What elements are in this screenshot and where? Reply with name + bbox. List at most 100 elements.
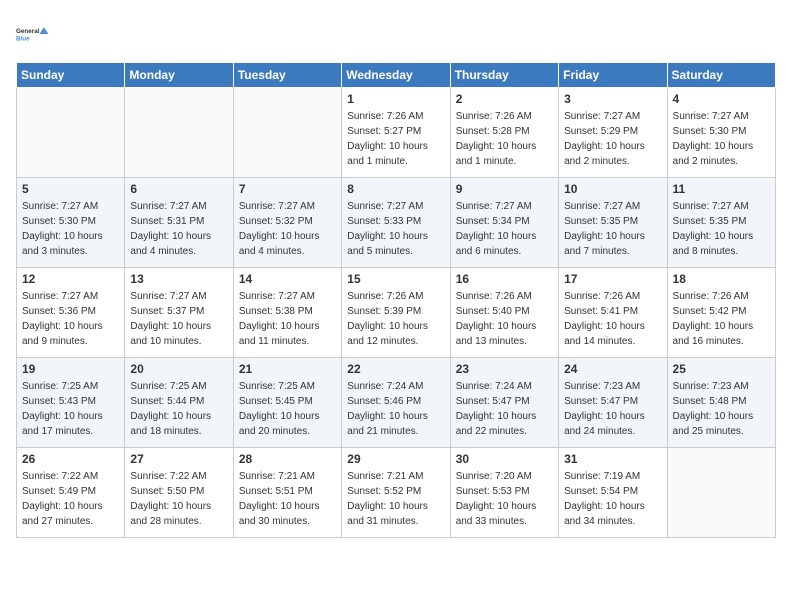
- table-cell: 11 Sunrise: 7:27 AMSunset: 5:35 PMDayligh…: [667, 178, 775, 268]
- day-info: Sunrise: 7:26 AMSunset: 5:27 PMDaylight:…: [347, 109, 444, 169]
- day-info: Sunrise: 7:27 AMSunset: 5:30 PMDaylight:…: [673, 109, 770, 169]
- day-number: 6: [130, 182, 227, 196]
- table-cell: 16Sunrise: 7:26 AMSunset: 5:40 PMDayligh…: [450, 268, 558, 358]
- day-info: Sunrise: 7:26 AMSunset: 5:28 PMDaylight:…: [456, 109, 553, 169]
- table-cell: 4 Sunrise: 7:27 AMSunset: 5:30 PMDaylight…: [667, 88, 775, 178]
- svg-text:Blue: Blue: [16, 35, 30, 42]
- day-info: Sunrise: 7:26 AMSunset: 5:42 PMDaylight:…: [673, 289, 770, 349]
- header: GeneralBlue: [16, 16, 776, 52]
- day-number: 22: [347, 362, 444, 376]
- day-info: Sunrise: 7:27 AMSunset: 5:35 PMDaylight:…: [673, 199, 770, 259]
- table-cell: 21 Sunrise: 7:25 AMSunset: 5:45 PMDayligh…: [233, 358, 341, 448]
- table-cell: 24 Sunrise: 7:23 AMSunset: 5:47 PMDayligh…: [559, 358, 667, 448]
- day-number: 10: [564, 182, 661, 196]
- table-cell: 12Sunrise: 7:27 AMSunset: 5:36 PMDayligh…: [17, 268, 125, 358]
- weekday-wednesday: Wednesday: [342, 63, 450, 88]
- day-info: Sunrise: 7:19 AMSunset: 5:54 PMDaylight:…: [564, 469, 661, 529]
- table-cell: 28Sunrise: 7:21 AMSunset: 5:51 PMDayligh…: [233, 448, 341, 538]
- day-number: 17: [564, 272, 661, 286]
- table-cell: [17, 88, 125, 178]
- table-cell: 27 Sunrise: 7:22 AMSunset: 5:50 PMDayligh…: [125, 448, 233, 538]
- day-number: 13: [130, 272, 227, 286]
- table-cell: 13 Sunrise: 7:27 AMSunset: 5:37 PMDayligh…: [125, 268, 233, 358]
- day-info: Sunrise: 7:27 AMSunset: 5:35 PMDaylight:…: [564, 199, 661, 259]
- day-number: 21: [239, 362, 336, 376]
- day-number: 27: [130, 452, 227, 466]
- day-number: 7: [239, 182, 336, 196]
- table-cell: 18 Sunrise: 7:26 AMSunset: 5:42 PMDayligh…: [667, 268, 775, 358]
- weekday-sunday: Sunday: [17, 63, 125, 88]
- week-row-1: 1 Sunrise: 7:26 AMSunset: 5:27 PMDaylight…: [17, 88, 776, 178]
- calendar-table: SundayMondayTuesdayWednesdayThursdayFrid…: [16, 62, 776, 538]
- day-info: Sunrise: 7:27 AMSunset: 5:30 PMDaylight:…: [22, 199, 119, 259]
- day-number: 20: [130, 362, 227, 376]
- weekday-thursday: Thursday: [450, 63, 558, 88]
- day-info: Sunrise: 7:22 AMSunset: 5:49 PMDaylight:…: [22, 469, 119, 529]
- day-number: 31: [564, 452, 661, 466]
- day-number: 14: [239, 272, 336, 286]
- table-cell: 29Sunrise: 7:21 AMSunset: 5:52 PMDayligh…: [342, 448, 450, 538]
- day-number: 2: [456, 92, 553, 106]
- day-info: Sunrise: 7:26 AMSunset: 5:40 PMDaylight:…: [456, 289, 553, 349]
- day-number: 8: [347, 182, 444, 196]
- table-cell: 17Sunrise: 7:26 AMSunset: 5:41 PMDayligh…: [559, 268, 667, 358]
- day-info: Sunrise: 7:25 AMSunset: 5:44 PMDaylight:…: [130, 379, 227, 439]
- week-row-5: 26 Sunrise: 7:22 AMSunset: 5:49 PMDayligh…: [17, 448, 776, 538]
- table-cell: 8 Sunrise: 7:27 AMSunset: 5:33 PMDaylight…: [342, 178, 450, 268]
- day-number: 15: [347, 272, 444, 286]
- day-number: 4: [673, 92, 770, 106]
- day-info: Sunrise: 7:25 AMSunset: 5:45 PMDaylight:…: [239, 379, 336, 439]
- day-info: Sunrise: 7:27 AMSunset: 5:37 PMDaylight:…: [130, 289, 227, 349]
- day-info: Sunrise: 7:22 AMSunset: 5:50 PMDaylight:…: [130, 469, 227, 529]
- table-cell: 31 Sunrise: 7:19 AMSunset: 5:54 PMDayligh…: [559, 448, 667, 538]
- day-number: 28: [239, 452, 336, 466]
- day-info: Sunrise: 7:27 AMSunset: 5:33 PMDaylight:…: [347, 199, 444, 259]
- day-number: 26: [22, 452, 119, 466]
- day-number: 5: [22, 182, 119, 196]
- day-info: Sunrise: 7:20 AMSunset: 5:53 PMDaylight:…: [456, 469, 553, 529]
- table-cell: 10 Sunrise: 7:27 AMSunset: 5:35 PMDayligh…: [559, 178, 667, 268]
- table-cell: [667, 448, 775, 538]
- day-info: Sunrise: 7:21 AMSunset: 5:52 PMDaylight:…: [347, 469, 444, 529]
- day-number: 30: [456, 452, 553, 466]
- table-cell: 14 Sunrise: 7:27 AMSunset: 5:38 PMDayligh…: [233, 268, 341, 358]
- day-number: 24: [564, 362, 661, 376]
- day-info: Sunrise: 7:23 AMSunset: 5:47 PMDaylight:…: [564, 379, 661, 439]
- weekday-tuesday: Tuesday: [233, 63, 341, 88]
- day-number: 19: [22, 362, 119, 376]
- day-number: 11: [673, 182, 770, 196]
- day-info: Sunrise: 7:27 AMSunset: 5:36 PMDaylight:…: [22, 289, 119, 349]
- table-cell: 3Sunrise: 7:27 AMSunset: 5:29 PMDaylight…: [559, 88, 667, 178]
- day-info: Sunrise: 7:23 AMSunset: 5:48 PMDaylight:…: [673, 379, 770, 439]
- table-cell: 5 Sunrise: 7:27 AMSunset: 5:30 PMDaylight…: [17, 178, 125, 268]
- table-cell: 30 Sunrise: 7:20 AMSunset: 5:53 PMDayligh…: [450, 448, 558, 538]
- day-info: Sunrise: 7:27 AMSunset: 5:38 PMDaylight:…: [239, 289, 336, 349]
- day-number: 3: [564, 92, 661, 106]
- table-cell: 25Sunrise: 7:23 AMSunset: 5:48 PMDayligh…: [667, 358, 775, 448]
- logo: GeneralBlue: [16, 16, 52, 52]
- table-cell: 6Sunrise: 7:27 AMSunset: 5:31 PMDaylight…: [125, 178, 233, 268]
- svg-text:General: General: [16, 28, 40, 35]
- day-info: Sunrise: 7:24 AMSunset: 5:46 PMDaylight:…: [347, 379, 444, 439]
- day-info: Sunrise: 7:24 AMSunset: 5:47 PMDaylight:…: [456, 379, 553, 439]
- table-cell: 1 Sunrise: 7:26 AMSunset: 5:27 PMDaylight…: [342, 88, 450, 178]
- week-row-4: 19 Sunrise: 7:25 AMSunset: 5:43 PMDayligh…: [17, 358, 776, 448]
- table-cell: 9 Sunrise: 7:27 AMSunset: 5:34 PMDaylight…: [450, 178, 558, 268]
- weekday-friday: Friday: [559, 63, 667, 88]
- week-row-2: 5 Sunrise: 7:27 AMSunset: 5:30 PMDaylight…: [17, 178, 776, 268]
- table-cell: [233, 88, 341, 178]
- logo-icon: GeneralBlue: [16, 16, 52, 52]
- weekday-saturday: Saturday: [667, 63, 775, 88]
- day-info: Sunrise: 7:25 AMSunset: 5:43 PMDaylight:…: [22, 379, 119, 439]
- day-info: Sunrise: 7:27 AMSunset: 5:32 PMDaylight:…: [239, 199, 336, 259]
- table-cell: 15Sunrise: 7:26 AMSunset: 5:39 PMDayligh…: [342, 268, 450, 358]
- table-cell: 19 Sunrise: 7:25 AMSunset: 5:43 PMDayligh…: [17, 358, 125, 448]
- weekday-monday: Monday: [125, 63, 233, 88]
- table-cell: 22 Sunrise: 7:24 AMSunset: 5:46 PMDayligh…: [342, 358, 450, 448]
- table-cell: 7 Sunrise: 7:27 AMSunset: 5:32 PMDaylight…: [233, 178, 341, 268]
- day-info: Sunrise: 7:27 AMSunset: 5:34 PMDaylight:…: [456, 199, 553, 259]
- day-number: 18: [673, 272, 770, 286]
- day-number: 1: [347, 92, 444, 106]
- table-cell: 26 Sunrise: 7:22 AMSunset: 5:49 PMDayligh…: [17, 448, 125, 538]
- day-number: 9: [456, 182, 553, 196]
